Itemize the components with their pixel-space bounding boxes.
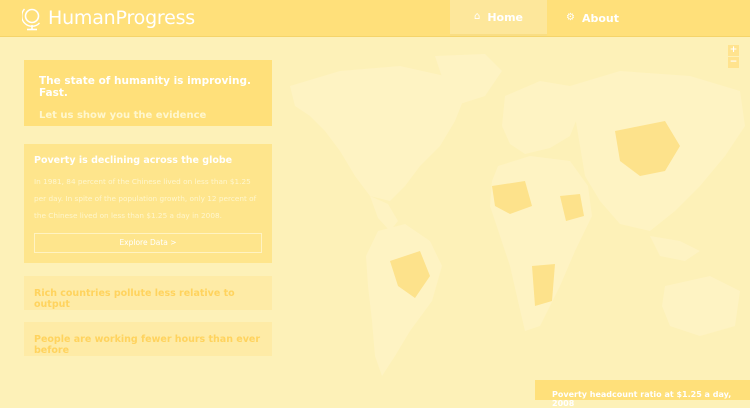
map-legend: Poverty headcount ratio at $1.25 a day, …: [535, 380, 750, 408]
north-america[interactable]: [290, 66, 465, 201]
nav-home[interactable]: ⌂ Home: [450, 0, 547, 36]
nav-about-label: About: [581, 11, 620, 25]
top-bar: HumanProgress ⌂ Home ⚙ About: [0, 0, 750, 36]
story-title: Poverty is declining across the globe: [34, 155, 233, 166]
world-map[interactable]: [270, 36, 750, 400]
zoom-controls: + −: [728, 45, 739, 69]
globe-logo-icon: [22, 8, 41, 31]
nav-about[interactable]: ⚙ About: [566, 0, 636, 36]
story-card-pollution[interactable]: Rich countries pollute less relative to …: [24, 276, 272, 310]
southeast-asia[interactable]: [650, 236, 700, 261]
story-title: Rich countries pollute less relative to …: [34, 288, 235, 310]
intro-panel: The state of humanity is improving. Fast…: [24, 60, 272, 126]
australia[interactable]: [662, 276, 740, 336]
settings-icon: ⚙: [566, 12, 575, 23]
story-title: People are working fewer hours than ever…: [34, 334, 261, 356]
central-america[interactable]: [370, 196, 398, 231]
intro-title: The state of humanity is improving. Fast…: [39, 75, 251, 99]
story-card-working-hours[interactable]: People are working fewer hours than ever…: [24, 322, 272, 356]
home-icon: ⌂: [473, 11, 481, 22]
africa[interactable]: [490, 156, 592, 331]
nav-home-label: Home: [487, 10, 524, 24]
brand-name: HumanProgress: [48, 7, 196, 29]
europe[interactable]: [502, 81, 580, 154]
story-body: In 1981, 84 percent of the Chinese lived…: [34, 177, 257, 220]
southern-africa-region[interactable]: [532, 264, 555, 306]
explore-data-button[interactable]: Explore Data >: [34, 233, 262, 253]
zoom-out-button[interactable]: −: [728, 57, 739, 68]
story-card-poverty[interactable]: Poverty is declining across the globe In…: [24, 144, 272, 263]
intro-subtitle: Let us show you the evidence: [39, 110, 207, 121]
south-america[interactable]: [366, 224, 442, 376]
zoom-in-button[interactable]: +: [728, 45, 739, 56]
brand-logo[interactable]: HumanProgress: [22, 5, 195, 31]
